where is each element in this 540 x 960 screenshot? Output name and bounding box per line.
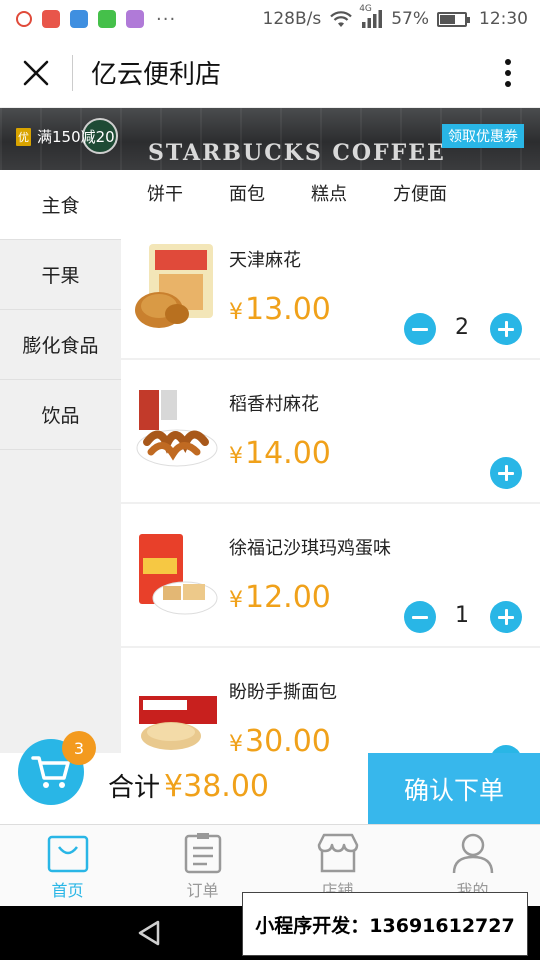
- quantity-value: 1: [455, 603, 469, 628]
- shopping-cart-icon: [31, 756, 70, 788]
- increase-quantity-button[interactable]: [490, 457, 522, 489]
- back-icon[interactable]: [136, 919, 162, 947]
- notification-icons: ···: [16, 9, 176, 30]
- decrease-quantity-button[interactable]: [404, 313, 436, 345]
- product-panel: 饼干 面包 糕点 方便面 天津麻花 ¥13.00 2 稻香村麻花 ¥14.00 …: [121, 170, 540, 753]
- app-notification-icon: [16, 11, 32, 27]
- sidebar-item-staple[interactable]: 主食: [0, 170, 121, 240]
- price-value: 30.00: [245, 724, 331, 753]
- product-name: 徐福记沙琪玛鸡蛋味: [229, 538, 391, 559]
- product-name: 稻香村麻花: [229, 394, 319, 415]
- app-notification-icon: [98, 10, 116, 28]
- product-price: ¥14.00: [229, 436, 331, 471]
- sidebar-item-drinks[interactable]: 饮品: [0, 380, 121, 450]
- page-title: 亿云便利店: [91, 60, 222, 90]
- product-item[interactable]: 盼盼手撕面包 ¥30.00: [121, 648, 540, 753]
- product-item[interactable]: 稻香村麻花 ¥14.00: [121, 360, 540, 502]
- app-notification-icon: [42, 10, 60, 28]
- quantity-value: 2: [455, 315, 469, 340]
- more-menu-button[interactable]: [476, 38, 540, 108]
- app-notification-icon: [70, 10, 88, 28]
- confirm-order-button[interactable]: 确认下单: [368, 753, 540, 824]
- more-notifications-icon: ···: [156, 8, 177, 30]
- battery-fill: [440, 14, 455, 24]
- get-coupon-button[interactable]: 领取优惠券: [442, 124, 524, 148]
- price-value: 12.00: [245, 580, 331, 615]
- decrease-quantity-button[interactable]: [404, 601, 436, 633]
- total-label: 合计: [108, 773, 161, 803]
- tab-instant-noodles[interactable]: 方便面: [393, 180, 447, 206]
- product-price: ¥30.00: [229, 724, 331, 753]
- shopping-bag-icon: [47, 835, 88, 873]
- order-list-icon: [184, 833, 221, 874]
- cart-count-badge: 3: [62, 731, 96, 765]
- product-image: [139, 696, 217, 750]
- tab-pastry[interactable]: 糕点: [311, 180, 347, 206]
- network-type: 4G: [359, 4, 372, 14]
- currency-symbol: ¥: [229, 732, 243, 753]
- wifi-icon: [330, 11, 352, 27]
- store-banner: STARBUCKS COFFEE 优 满150减20 领取优惠券: [0, 108, 540, 170]
- app-notification-icon: [126, 10, 144, 28]
- battery-percent: 57%: [391, 9, 429, 29]
- total-value: ¥38.00: [164, 769, 269, 804]
- tab-label: 首页: [51, 881, 84, 900]
- user-icon: [452, 833, 493, 874]
- subcategory-tabs: 饼干 面包 糕点 方便面: [121, 170, 540, 216]
- title-bar: 亿云便利店: [0, 38, 540, 108]
- promo-text: 满150减20: [37, 128, 115, 146]
- title-divider: [72, 54, 73, 91]
- product-price: ¥13.00: [229, 292, 331, 327]
- network-speed: 128B/s: [262, 9, 322, 29]
- increase-quantity-button[interactable]: [490, 313, 522, 345]
- sidebar-item-puffed-food[interactable]: 膨化食品: [0, 310, 121, 380]
- tab-label: 订单: [186, 881, 219, 900]
- cart-total: 合计 ¥38.00: [108, 767, 269, 804]
- cart-bar: 3 合计 ¥38.00 确认下单: [0, 731, 540, 824]
- increase-quantity-button[interactable]: [490, 601, 522, 633]
- banner-store-sign: STARBUCKS COFFEE: [148, 140, 446, 166]
- product-price: ¥12.00: [229, 580, 331, 615]
- currency-symbol: ¥: [229, 300, 243, 325]
- close-icon: [23, 60, 49, 85]
- price-value: 14.00: [245, 436, 331, 471]
- tab-home[interactable]: 首页: [0, 825, 135, 907]
- increase-quantity-button[interactable]: [490, 745, 522, 753]
- tab-bread[interactable]: 面包: [229, 180, 265, 206]
- promo-badge: 优: [16, 127, 31, 146]
- product-image: [136, 390, 218, 467]
- product-item[interactable]: 天津麻花 ¥13.00 2: [121, 216, 540, 358]
- status-bar: ··· 128B/s 4G 57% 12:30: [0, 0, 540, 38]
- product-name: 盼盼手撕面包: [229, 682, 337, 703]
- clock: 12:30: [479, 9, 528, 29]
- price-value: 13.00: [245, 292, 331, 327]
- promotion-info: 优 满150减20: [16, 126, 115, 147]
- signal-group: 4G: [359, 4, 383, 28]
- product-name: 天津麻花: [229, 250, 301, 271]
- sidebar-item-dried-fruit[interactable]: 干果: [0, 240, 121, 310]
- close-button[interactable]: [0, 38, 72, 108]
- tab-biscuits[interactable]: 饼干: [147, 180, 183, 206]
- more-vertical-icon: [505, 58, 511, 87]
- currency-symbol: ¥: [229, 444, 243, 469]
- category-sidebar: 主食 干果 膨化食品 饮品: [0, 170, 121, 753]
- phone-screen: ··· 128B/s 4G 57% 12:30 亿云便利店 STARBUCKS …: [0, 0, 540, 960]
- product-image: [139, 534, 218, 615]
- currency-symbol: ¥: [229, 588, 243, 613]
- product-image: [135, 244, 213, 328]
- store-icon: [317, 833, 358, 873]
- developer-watermark: 小程序开发：13691612727: [242, 892, 528, 956]
- battery-icon: [437, 11, 470, 27]
- status-right: 128B/s 4G 57% 12:30: [262, 4, 529, 29]
- product-item[interactable]: 徐福记沙琪玛鸡蛋味 ¥12.00 1: [121, 504, 540, 646]
